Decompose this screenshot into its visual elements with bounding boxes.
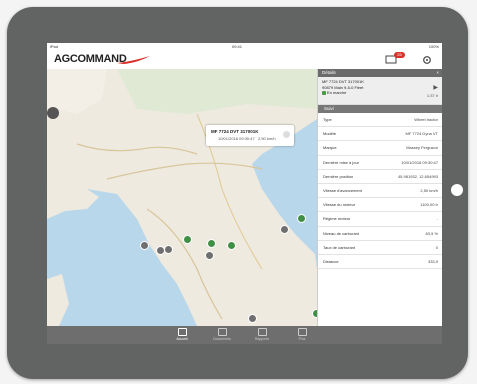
nav-label: Plus [298,337,306,341]
home-icon [177,328,187,336]
vehicle-card[interactable]: MF 7724 DVT 317001K 90879 Main 9-5-0 Fle… [318,77,442,105]
detail-value: 2,50 km/h [420,187,438,193]
map-marker-grey[interactable] [248,314,257,323]
tractor-icon: ▶ [433,85,438,91]
vehicle-time: 1:37 h [426,93,438,98]
detail-label: Niveau de carburant [323,230,360,236]
detail-label: Régime moteur [323,216,351,222]
detail-value: 10/01/2018 09:30:47 [401,159,438,165]
detail-row: Type Wheel tractor [318,113,442,128]
map-marker-green[interactable] [297,214,306,223]
nav-rapports[interactable]: Rapports [250,328,274,341]
detail-row: Marque Massey Ferguson [318,141,442,156]
report-icon [257,328,267,336]
logo-swoosh-icon [117,56,150,64]
detail-row: Vitesse d'avancement 2,50 km/h [318,184,442,199]
top-bar: AGCOMMAND 25 [47,50,442,70]
detail-value: 83,5 % [425,230,438,236]
nav-label: Documents [213,337,231,341]
detail-label: Type [323,117,332,122]
map-marker-green[interactable] [227,241,236,250]
popup-date: 10/01/2018 09:30:47 [218,136,255,141]
detail-row: Distance 333,9 [318,255,442,270]
status-time: 09:41 [232,44,243,49]
popup-speed: 2,50 km/h [258,136,276,141]
app-logo: AGCOMMAND [54,53,127,65]
more-icon [297,328,307,336]
detail-value: 1100,00 tr [420,202,438,208]
popup-close-button[interactable] [283,131,290,138]
map-marker-grey[interactable] [140,241,149,250]
bottom-navigation: Accueil Documents Rapports Plus [47,326,442,344]
map-marker-grey[interactable] [280,225,289,234]
vehicle-popup[interactable]: MF 7724 DVT 317001K 10/01/2018 09:30:47 … [206,125,294,146]
detail-row: Régime moteur - [318,212,442,227]
map-marker-grey[interactable] [205,251,214,260]
detail-label: Taux de carburant [323,244,356,250]
detail-label: Vitesse du moteur [323,202,356,208]
detail-value: 45.981932, 12.654993 [397,173,438,179]
detail-value: Wheel tractor [414,117,438,122]
nav-label: Rapports [254,337,270,341]
notification-badge: 25 [394,52,405,58]
nav-accueil[interactable]: Accueil [170,328,194,341]
detail-value: 333,9 [427,258,438,264]
panel-title: Détails [322,70,336,75]
tab-suivi[interactable]: Suivi [318,105,442,113]
details-panel: Détails × MF 7724 DVT 317001K 90879 Main… [317,69,442,326]
detail-row: Dernière position 45.981932, 12.654993 [318,170,442,184]
gear-icon[interactable] [422,55,432,65]
detail-row: Modèle MF 7724 Dyna VT [318,127,442,142]
status-battery: 100% [428,44,439,49]
app-screen: iPad 09:41 100% AGCOMMAND 25 MF 7724 DVT… [47,43,442,344]
detail-row: Taux de carburant 0 [318,241,442,255]
map-view[interactable] [47,69,317,326]
nav-plus[interactable]: Plus [290,328,314,341]
detail-value: 0 [435,244,438,250]
nav-documents[interactable]: Documents [210,328,234,341]
vehicle-status: En marche [327,90,347,95]
document-icon [217,328,227,336]
detail-label: Dernière position [323,173,354,179]
detail-value: MF 7724 Dyna VT [405,131,438,137]
map-logo-icon [47,107,59,119]
map-marker-grey[interactable] [164,245,173,254]
detail-row: Niveau de carburant 83,5 % [318,227,442,241]
detail-label: Modèle [323,131,337,137]
map-marker-green[interactable] [207,239,216,248]
detail-row: Vitesse du moteur 1100,00 tr [318,198,442,213]
map-marker-green[interactable] [183,235,192,244]
details-list: Type Wheel tractor Modèle MF 7724 Dyna VT Ma… [318,113,442,270]
close-icon[interactable]: × [436,69,439,77]
nav-label: Accueil [176,337,188,341]
panel-header: Détails × [318,69,442,77]
status-bar: iPad 09:41 100% [47,43,442,50]
detail-label: Dernière mise à jour [323,159,360,165]
status-device: iPad [50,44,59,49]
detail-value: - [436,216,438,222]
map-land [47,69,317,326]
detail-value: Massey Ferguson [406,145,438,151]
popup-title: MF 7724 DVT 317001K [211,129,259,134]
detail-row: Dernière mise à jour 10/01/2018 09:30:47 [318,156,442,170]
detail-label: Distance [323,258,339,264]
detail-label: Marque [323,145,337,151]
home-button[interactable] [451,184,463,196]
detail-label: Vitesse d'avancement [323,187,362,193]
status-dot-icon [322,90,326,95]
